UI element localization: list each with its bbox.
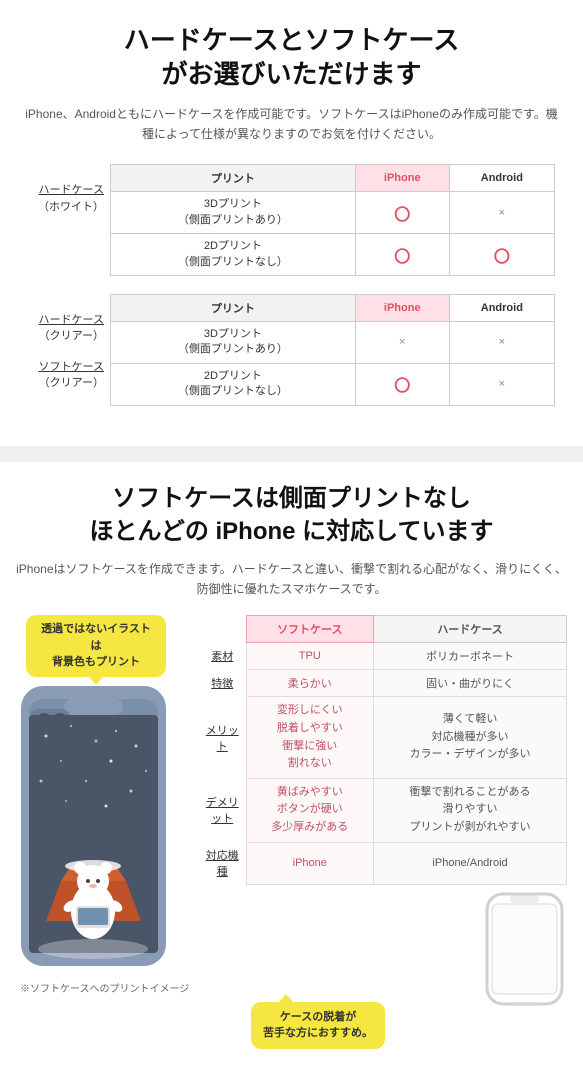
comparison-table: ソフトケース ハードケース 素材 TPU ポリカーボネート 特徴 柔らかい (201, 615, 567, 884)
table-section-1: ハードケース （ホワイト） プリント iPhone Android 3Dプリント… (20, 164, 563, 415)
table1-side-label: ハードケース （ホワイト） (28, 164, 110, 215)
spacer (28, 282, 555, 294)
phone-body (16, 681, 191, 974)
row-label-merit: メリット (201, 697, 246, 778)
table2-container: プリント iPhone Android 3Dプリント（側面プリントあり） × ×… (110, 294, 555, 406)
table2-row1-iphone: × (355, 321, 449, 363)
section-divider (0, 446, 583, 462)
col-soft: ソフトケース (246, 616, 374, 643)
phone-note: ※ソフトケースへのプリントイメージ (16, 980, 191, 995)
table2-row1-print: 3Dプリント（側面プリントあり） (111, 321, 356, 363)
table-row: 対応機種 iPhone iPhone/Android (201, 842, 567, 884)
table-row: 素材 TPU ポリカーボネート (201, 643, 567, 670)
table2-row2-print: 2Dプリント（側面プリントなし） (111, 363, 356, 405)
table1-col-android: Android (449, 165, 554, 192)
table-row: 2Dプリント（側面プリントなし） 〇 × (111, 363, 555, 405)
cell-soft-material: TPU (246, 643, 374, 670)
table-row: 特徴 柔らかい 固い・曲がりにく (201, 670, 567, 697)
table1-col-iphone: iPhone (355, 165, 449, 192)
label-soft-clear: ソフトケース （クリアー） (28, 359, 104, 392)
table2-wrapper: ハードケース （クリアー） ソフトケース （クリアー） プリント iPhone … (28, 294, 555, 406)
table1-col-print: プリント (111, 165, 356, 192)
table1-container: プリント iPhone Android 3Dプリント（側面プリントあり） 〇 ×… (110, 164, 555, 276)
cell-hard-material: ポリカーボネート (374, 643, 567, 670)
clear-phone-area (201, 889, 567, 1012)
table2-col-iphone: iPhone (355, 294, 449, 321)
cell-soft-demerit: 黄ばみやすいボタンが硬い多少厚みがある (246, 778, 374, 842)
table-row: 2Dプリント（側面プリントなし） 〇 〇 (111, 234, 555, 276)
table1-row2-iphone: 〇 (355, 234, 449, 276)
table2: プリント iPhone Android 3Dプリント（側面プリントあり） × ×… (110, 294, 555, 406)
speech-bubble-top: 透過ではないイラストは 背景色もプリント (26, 615, 166, 677)
bottom-section: ソフトケースは側面プリントなし ほとんどの iPhone に対応しています iP… (0, 462, 583, 1069)
table2-side-labels: ハードケース （クリアー） ソフトケース （クリアー） (28, 294, 110, 392)
row-label-feature: 特徴 (201, 670, 246, 697)
col-hard: ハードケース (374, 616, 567, 643)
main-subtitle: iPhone、Androidともにハードケースを作成可能です。ソフトケースはiP… (20, 104, 563, 145)
phone-illustration-area: 透過ではないイラストは 背景色もプリント (16, 615, 191, 995)
comparison-table-wrap: ソフトケース ハードケース 素材 TPU ポリカーボネート 特徴 柔らかい (201, 615, 567, 1048)
cell-hard-models: iPhone/Android (374, 842, 567, 884)
table1-row2-android: 〇 (449, 234, 554, 276)
main-title: ハードケースとソフトケース がお選びいただけます (20, 24, 563, 92)
table2-col-print: プリント (111, 294, 356, 321)
bottom-subtitle: iPhoneはソフトケースを作成できます。ハードケースと違い、衝撃で割れる心配が… (16, 559, 567, 600)
cell-hard-merit: 薄くて軽い対応機種が多いカラー・デザインが多い (374, 697, 567, 778)
table1: プリント iPhone Android 3Dプリント（側面プリントあり） 〇 ×… (110, 164, 555, 276)
speech-bubble-top-wrapper: 透過ではないイラストは 背景色もプリント (16, 615, 191, 677)
cell-soft-models: iPhone (246, 842, 374, 884)
cell-soft-feature: 柔らかい (246, 670, 374, 697)
bottom-title: ソフトケースは側面プリントなし ほとんどの iPhone に対応しています (16, 482, 567, 549)
top-section: ハードケースとソフトケース がお選びいただけます iPhone、Androidと… (0, 0, 583, 436)
row-label-material: 素材 (201, 643, 246, 670)
phone-svg (16, 681, 171, 971)
bottom-content: 透過ではないイラストは 背景色もプリント (16, 615, 567, 1048)
table1-row1-android: × (449, 192, 554, 234)
cell-hard-demerit: 衝撃で割れることがある滑りやすいプリントが剥がれやすい (374, 778, 567, 842)
clear-phone-svg (482, 889, 567, 1009)
bubble-arrow-up (279, 994, 293, 1002)
empty-header-cell (201, 616, 246, 643)
table-row: デメリット 黄ばみやすいボタンが硬い多少厚みがある 衝撃で割れることがある滑りや… (201, 778, 567, 842)
table-row: 3Dプリント（側面プリントあり） × × (111, 321, 555, 363)
table-row: 3Dプリント（側面プリントあり） 〇 × (111, 192, 555, 234)
table2-row2-android: × (449, 363, 554, 405)
table1-row2-print: 2Dプリント（側面プリントなし） (111, 234, 356, 276)
speech-bubble-bottom: ケースの脱着が 苦手な方におすすめ。 (251, 1002, 385, 1049)
table1-row1-iphone: 〇 (355, 192, 449, 234)
cell-soft-merit: 変形しにくい脱着しやすい衝撃に強い割れない (246, 697, 374, 778)
row-label-demerit: デメリット (201, 778, 246, 842)
label-hard-clear: ハードケース （クリアー） (28, 312, 104, 345)
table2-row1-android: × (449, 321, 554, 363)
table1-row1-print: 3Dプリント（側面プリントあり） (111, 192, 356, 234)
table2-row2-iphone: 〇 (355, 363, 449, 405)
row-label-models: 対応機種 (201, 842, 246, 884)
cell-hard-feature: 固い・曲がりにく (374, 670, 567, 697)
speech-bubble-bottom-wrapper: ケースの脱着が 苦手な方におすすめ。 (201, 1002, 567, 1049)
table2-col-android: Android (449, 294, 554, 321)
table-row: メリット 変形しにくい脱着しやすい衝撃に強い割れない 薄くて軽い対応機種が多いカ… (201, 697, 567, 778)
